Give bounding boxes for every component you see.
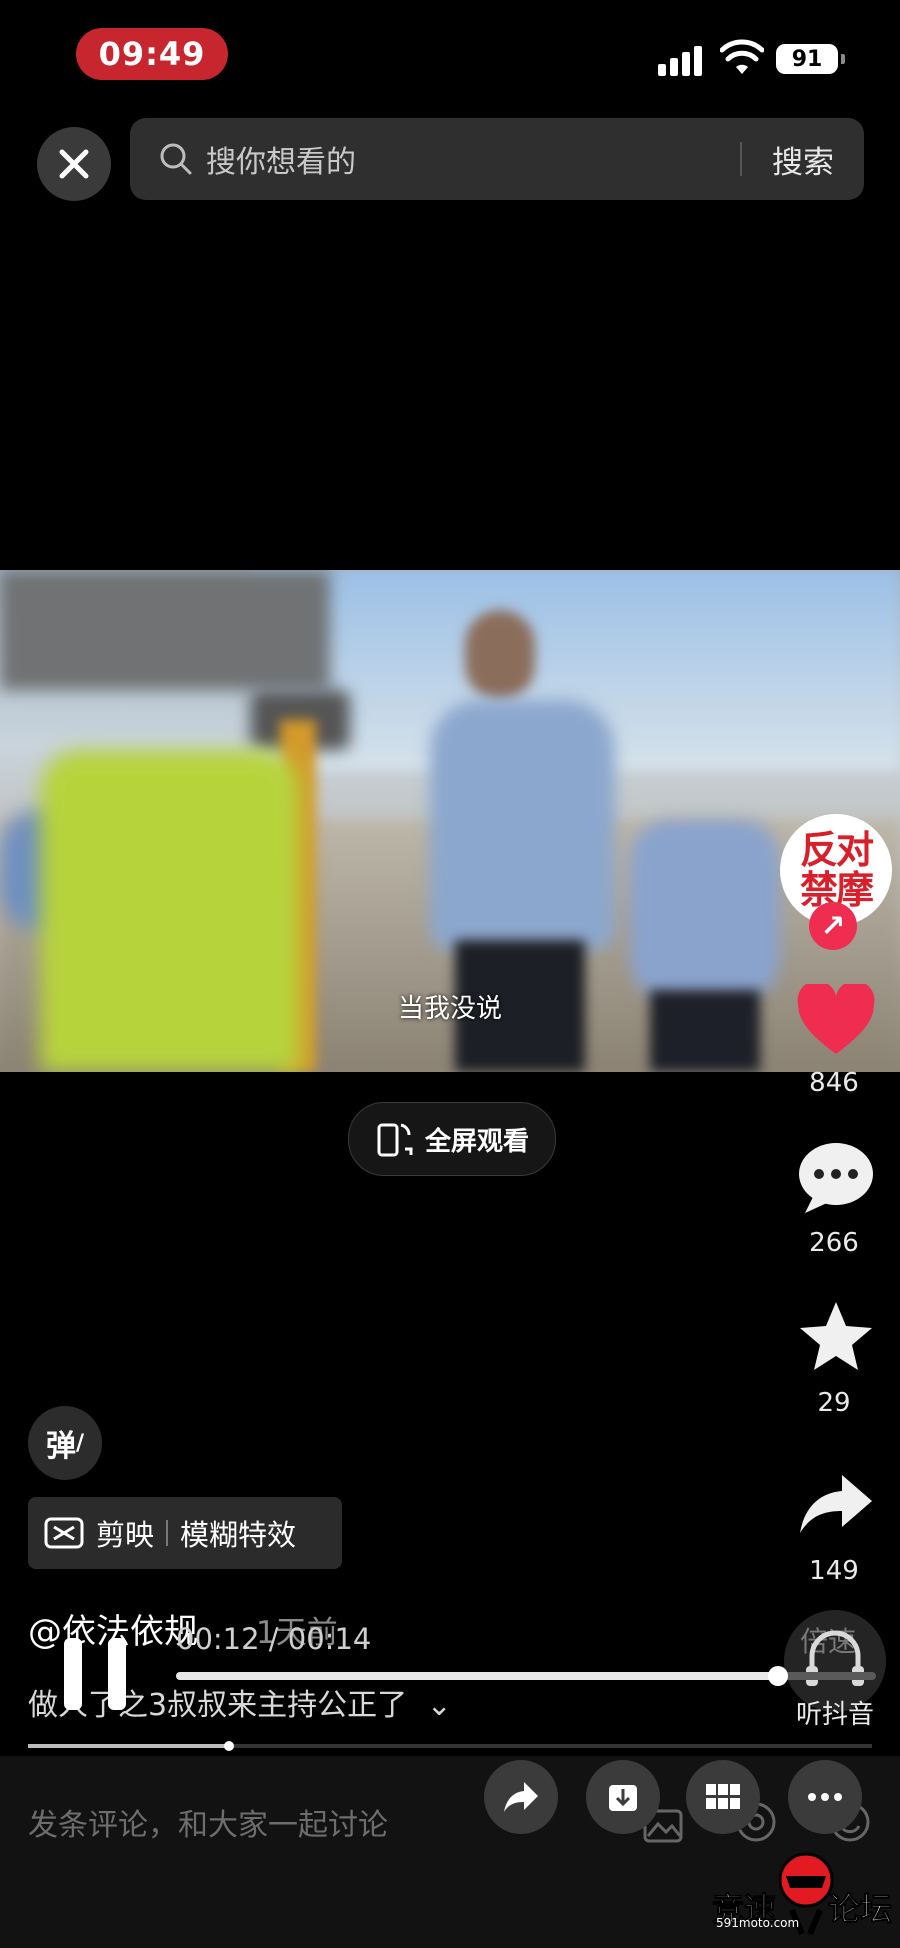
video-scene-head <box>465 610 535 700</box>
like-button[interactable] <box>793 980 879 1060</box>
ellipsis-icon <box>808 1793 842 1801</box>
seek-bar-handle[interactable] <box>768 1666 788 1686</box>
pause-icon[interactable] <box>64 1638 130 1710</box>
quick-share-button[interactable] <box>484 1760 558 1834</box>
avatar-text: 反对 禁摩 <box>799 828 874 912</box>
effect-tag-divider <box>166 1520 169 1546</box>
playback-timecode: 00:12 / 00:14 <box>176 1622 372 1656</box>
comment-button[interactable] <box>793 1138 879 1218</box>
like-count: 846 <box>809 1068 859 1098</box>
more-options-button[interactable] <box>788 1760 862 1834</box>
follow-icon: ↗ <box>820 908 846 944</box>
share-button[interactable] <box>793 1464 879 1544</box>
search-icon <box>160 143 192 175</box>
more-apps-button[interactable] <box>686 1760 760 1834</box>
cellular-signal-icon <box>658 40 704 76</box>
follow-button[interactable]: ↗ <box>809 902 857 950</box>
video-player[interactable]: 当我没说 <box>0 570 900 1072</box>
fullscreen-rotate-icon <box>377 1123 413 1157</box>
comment-count: 266 <box>809 1228 859 1258</box>
mini-progress-handle <box>224 1741 234 1751</box>
effect-tag[interactable]: 剪映 模糊特效 <box>28 1497 342 1569</box>
search-button[interactable]: 搜索 <box>742 137 864 182</box>
share-arrow-icon <box>800 1475 872 1533</box>
seek-bar-progress <box>176 1672 778 1680</box>
search-placeholder: 搜你想看的 <box>206 145 356 180</box>
effect-name: 模糊特效 <box>180 1518 297 1552</box>
favorite-button[interactable] <box>793 1296 879 1376</box>
share-count: 149 <box>809 1556 859 1586</box>
effect-app-name: 剪映 <box>96 1518 155 1552</box>
watermark-url: 591moto.com <box>716 1916 800 1930</box>
search-input[interactable]: 搜你想看的 搜索 <box>130 118 864 200</box>
video-subtitle: 当我没说 <box>397 994 502 1024</box>
danmaku-toggle[interactable]: 弹 / <box>28 1406 102 1480</box>
grid-icon <box>706 1784 740 1809</box>
close-button[interactable] <box>37 127 111 201</box>
listen-mode-label: 听抖音 <box>795 1700 874 1730</box>
favorite-count: 29 <box>817 1388 851 1418</box>
danmaku-label: 弹 <box>45 1429 76 1464</box>
comment-input[interactable]: 发条评论，和大家一起讨论 <box>28 1800 388 1844</box>
download-button[interactable] <box>586 1760 660 1834</box>
fullscreen-label: 全屏观看 <box>424 1126 529 1157</box>
video-scene-officer <box>430 700 615 950</box>
status-time: 09:49 <box>76 28 228 80</box>
expand-chevron-icon: ⌄ <box>426 1688 452 1723</box>
share-arrow-icon <box>504 1782 538 1812</box>
video-scene-officer-2 <box>630 820 780 1000</box>
comment-icon <box>799 1143 873 1213</box>
watermark-text-right: 论坛 <box>827 1890 893 1929</box>
wifi-icon <box>720 39 764 74</box>
download-icon <box>609 1785 637 1811</box>
video-scene-canopy <box>0 570 330 690</box>
mini-progress-fill <box>28 1744 228 1748</box>
close-icon <box>59 149 89 179</box>
heart-icon <box>797 984 875 1054</box>
capcut-logo-icon <box>44 1517 84 1549</box>
fullscreen-button[interactable]: 全屏观看 <box>348 1102 556 1176</box>
star-icon <box>800 1302 872 1370</box>
battery-indicator: 91 <box>776 44 845 74</box>
